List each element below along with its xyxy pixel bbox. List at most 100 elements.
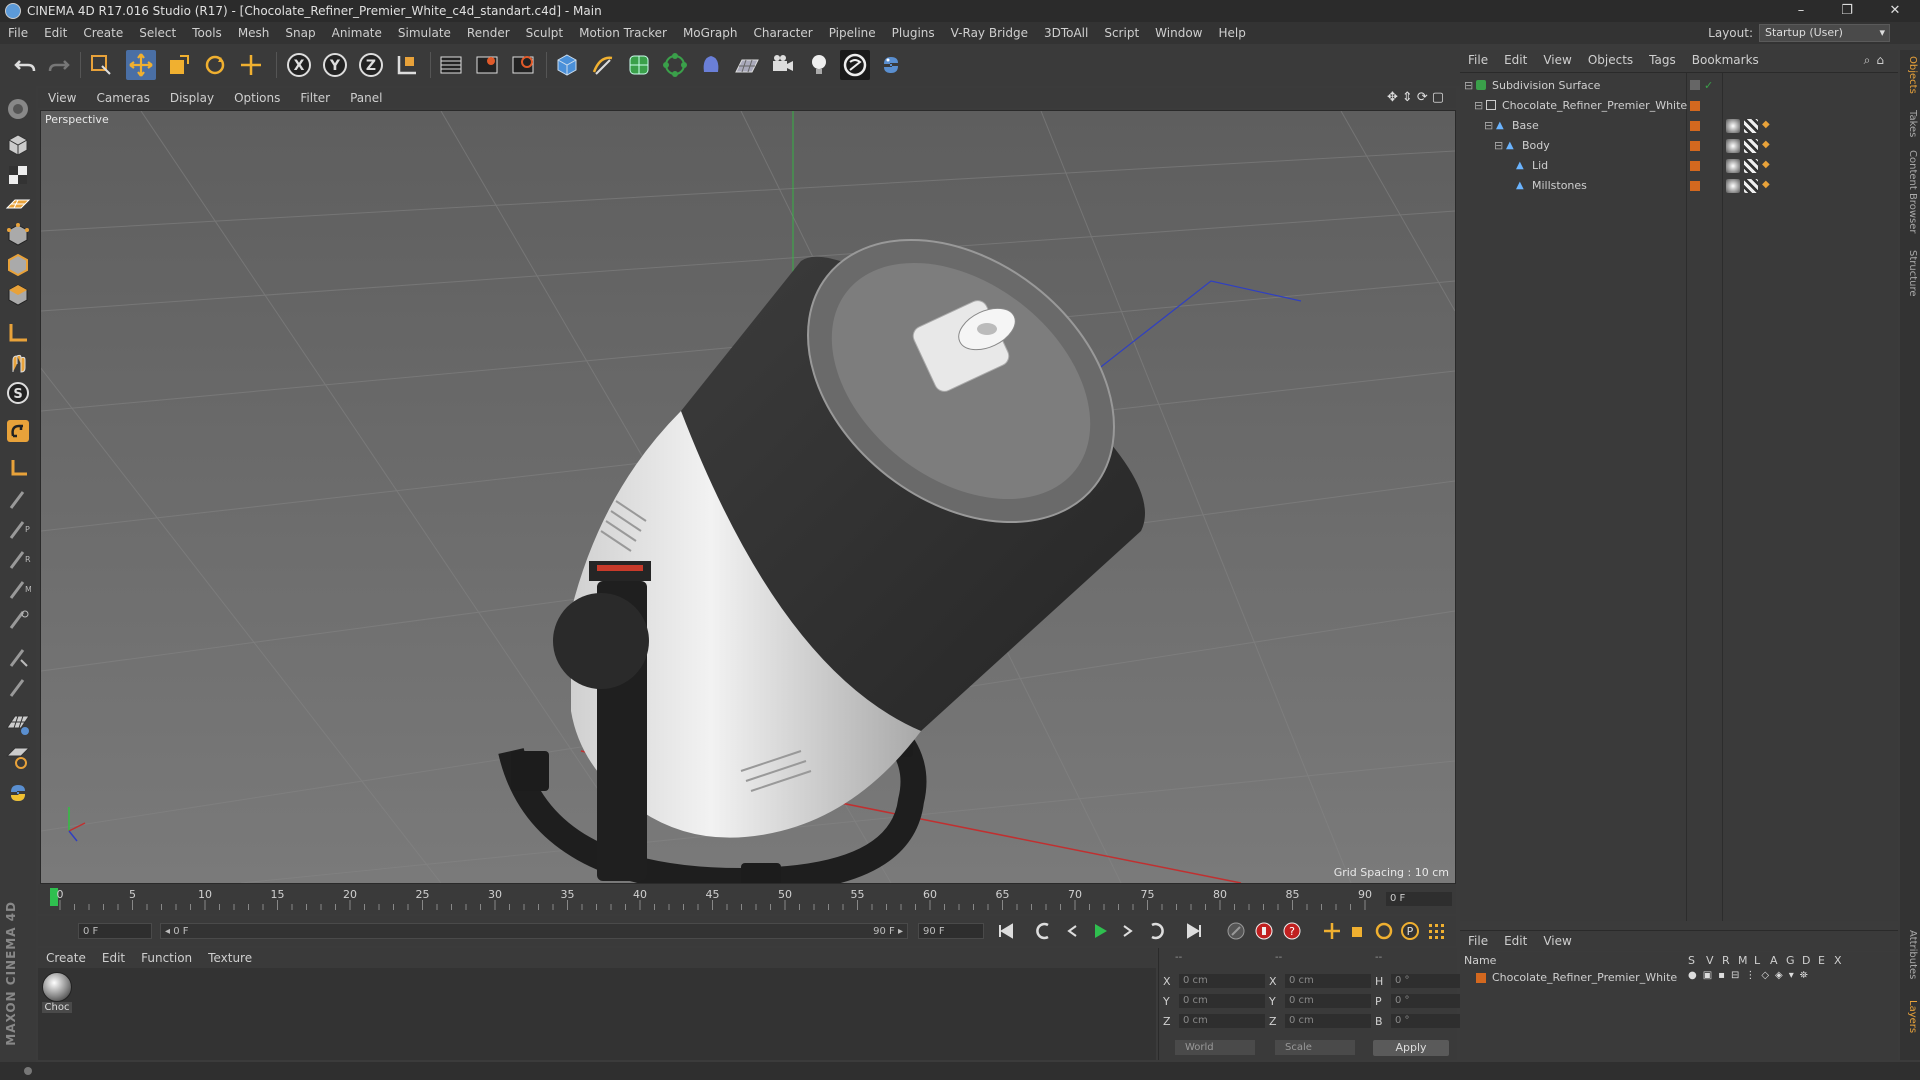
timeline-ruler[interactable]: 0 5 10 15 20 25 30 35 40 45 50 55 60 65 70 75 80 85 90 0 F	[38, 884, 1456, 914]
menu-vray-bridge[interactable]: V-Ray Bridge	[943, 26, 1036, 40]
solo-mode-icon[interactable]: S	[3, 378, 33, 408]
material-tag-icon[interactable]	[1726, 139, 1740, 153]
vray-icon[interactable]	[840, 50, 870, 80]
menu-character[interactable]: Character	[745, 26, 820, 40]
transform-mode-dropdown[interactable]: Scale	[1275, 1040, 1355, 1055]
python-icon[interactable]	[876, 50, 906, 80]
transform-icon[interactable]	[236, 50, 266, 80]
size-x-field[interactable]: 0 cm	[1285, 974, 1371, 988]
om-menu-bookmarks[interactable]: Bookmarks	[1684, 53, 1767, 67]
viewport-menu-options[interactable]: Options	[224, 91, 290, 105]
workplane-icon[interactable]	[3, 742, 33, 772]
start-frame-field[interactable]: 0 F	[78, 923, 152, 939]
material-swatch[interactable]: Choc	[38, 968, 78, 1018]
next-key-icon[interactable]	[1144, 920, 1168, 942]
menu-create[interactable]: Create	[75, 26, 131, 40]
python-script-icon[interactable]	[3, 778, 33, 808]
key-pla-icon[interactable]	[1424, 920, 1448, 942]
material-tag-icon[interactable]	[1726, 159, 1740, 173]
tweak-mode-icon[interactable]	[3, 348, 33, 378]
tab-takes[interactable]: Takes	[1902, 110, 1918, 137]
selection-tag-icon[interactable]: ◆	[1762, 139, 1776, 153]
object-row[interactable]: ▲ Millstones ◆	[1460, 177, 1898, 195]
tab-content-browser[interactable]: Content Browser	[1902, 150, 1918, 233]
layer-color-icon[interactable]	[1690, 121, 1700, 131]
menu-select[interactable]: Select	[131, 26, 184, 40]
menu-plugins[interactable]: Plugins	[884, 26, 943, 40]
move-icon[interactable]	[126, 50, 156, 80]
render-picture-viewer-icon[interactable]	[472, 50, 502, 80]
live-select-icon[interactable]	[86, 50, 116, 80]
rotation-p-field[interactable]: 0 °	[1391, 994, 1465, 1008]
menu-window[interactable]: Window	[1147, 26, 1210, 40]
minimize-button[interactable]: –	[1780, 0, 1822, 22]
world-coords-icon[interactable]	[392, 50, 422, 80]
uvw-tag-icon[interactable]	[1744, 159, 1758, 173]
menu-tools[interactable]: Tools	[184, 26, 230, 40]
key-scale-icon[interactable]	[1346, 920, 1370, 942]
selection-tag-icon[interactable]: ◆	[1762, 119, 1776, 133]
lock-y-icon[interactable]: Y	[320, 50, 350, 80]
om-menu-objects[interactable]: Objects	[1580, 53, 1641, 67]
rotate-icon[interactable]	[200, 50, 230, 80]
menu-render[interactable]: Render	[459, 26, 518, 40]
layer-color-icon[interactable]	[1476, 973, 1486, 983]
close-button[interactable]: ✕	[1874, 0, 1916, 22]
lm-menu-view[interactable]: View	[1535, 934, 1579, 948]
frame-range-slider[interactable]: ◂ 0 F 90 F ▸	[160, 923, 908, 939]
workplane-mode-icon[interactable]	[3, 190, 33, 220]
tab-structure[interactable]: Structure	[1902, 250, 1918, 297]
floor-icon[interactable]	[732, 50, 762, 80]
sculpt-icon[interactable]: R	[3, 544, 33, 574]
smooth-brush-icon[interactable]	[3, 604, 33, 634]
object-row[interactable]: ⊟ ▲ Base ◆	[1460, 117, 1898, 135]
undo-icon[interactable]	[10, 50, 40, 80]
layer-row[interactable]: Chocolate_Refiner_Premier_White ●▣▪⊟⋮◇◈▾…	[1464, 970, 1894, 986]
material-tag-icon[interactable]	[1726, 119, 1740, 133]
coordinate-system-dropdown[interactable]: World	[1175, 1040, 1255, 1055]
texture-grid-icon[interactable]	[3, 708, 33, 738]
key-position-icon[interactable]	[1320, 920, 1344, 942]
enabled-check-icon[interactable]: ✓	[1704, 79, 1713, 92]
menu-help[interactable]: Help	[1210, 26, 1253, 40]
size-y-field[interactable]: 0 cm	[1285, 994, 1371, 1008]
object-row[interactable]: ⊟ ▲ Body ◆	[1460, 137, 1898, 155]
size-z-field[interactable]: 0 cm	[1285, 1014, 1371, 1028]
tab-layers[interactable]: Layers	[1902, 1000, 1918, 1033]
next-frame-icon[interactable]	[1116, 920, 1140, 942]
material-menu-create[interactable]: Create	[38, 951, 94, 965]
polygons-mode-icon[interactable]	[3, 280, 33, 310]
redo-icon[interactable]	[44, 50, 74, 80]
object-row[interactable]: ▲ Lid ◆	[1460, 157, 1898, 175]
material-menu-function[interactable]: Function	[133, 951, 200, 965]
restore-button[interactable]: ❐	[1826, 0, 1868, 22]
lock-x-icon[interactable]: X	[284, 50, 314, 80]
light-icon[interactable]	[804, 50, 834, 80]
make-editable-icon[interactable]	[3, 94, 33, 124]
3d-viewport[interactable]: Perspective Grid Spacing : 10 cm	[40, 110, 1456, 884]
lm-menu-edit[interactable]: Edit	[1496, 934, 1535, 948]
om-menu-file[interactable]: File	[1460, 53, 1496, 67]
uv-brush-icon[interactable]	[3, 642, 33, 672]
menu-3dtoall[interactable]: 3DToAll	[1036, 26, 1096, 40]
axis-mode-icon[interactable]	[3, 318, 33, 348]
deformer-icon[interactable]	[696, 50, 726, 80]
camera-icon[interactable]	[768, 50, 798, 80]
array-icon[interactable]	[660, 50, 690, 80]
material-menu-edit[interactable]: Edit	[94, 951, 133, 965]
om-menu-view[interactable]: View	[1535, 53, 1579, 67]
lock-z-icon[interactable]: Z	[356, 50, 386, 80]
points-mode-icon[interactable]	[3, 220, 33, 250]
selection-tag-icon[interactable]: ◆	[1762, 159, 1776, 173]
menu-edit[interactable]: Edit	[36, 26, 75, 40]
layer-color-icon[interactable]	[1690, 141, 1700, 151]
subdivision-icon[interactable]	[624, 50, 654, 80]
brush-icon[interactable]	[3, 484, 33, 514]
rotation-h-field[interactable]: 0 °	[1391, 974, 1465, 988]
position-z-field[interactable]: 0 cm	[1179, 1014, 1265, 1028]
om-menu-tags[interactable]: Tags	[1641, 53, 1684, 67]
menu-simulate[interactable]: Simulate	[390, 26, 459, 40]
autokey-icon[interactable]	[1252, 920, 1276, 942]
viewport-menu-view[interactable]: View	[38, 91, 86, 105]
paint-icon[interactable]: P	[3, 514, 33, 544]
